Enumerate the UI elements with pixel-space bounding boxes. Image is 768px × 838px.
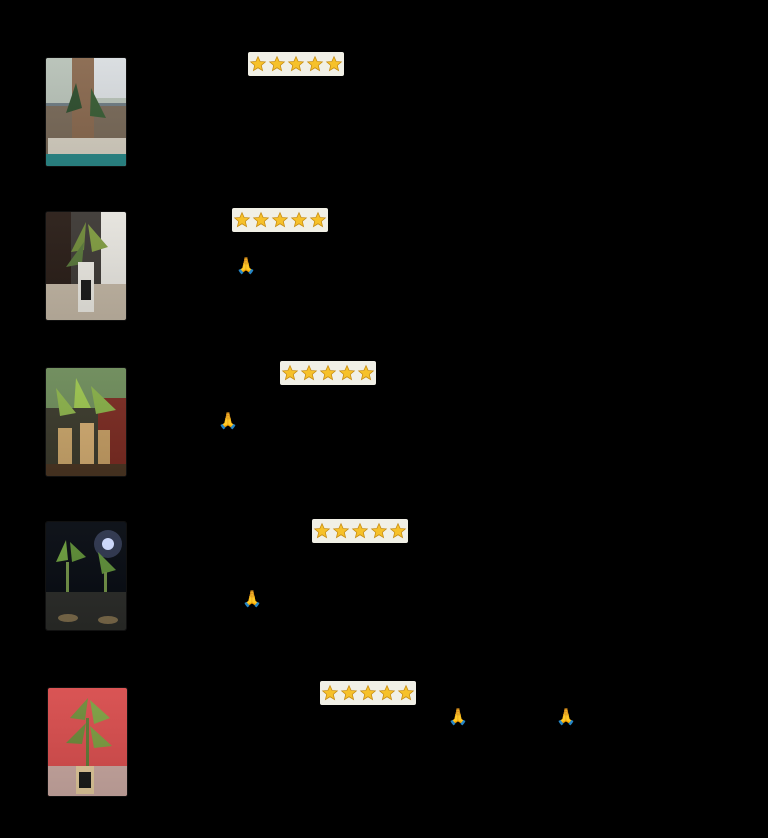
star-icon <box>378 684 396 702</box>
star-icon <box>309 211 327 229</box>
star-icon <box>351 522 369 540</box>
review-emoji-3: 🙏 <box>218 411 238 430</box>
rating-stars-5 <box>320 681 416 705</box>
star-icon <box>397 684 415 702</box>
review-emoji-5b: 🙏😊 <box>556 707 593 726</box>
star-icon <box>319 364 337 382</box>
rating-stars-2 <box>232 208 328 232</box>
star-icon <box>321 684 339 702</box>
star-icon <box>338 364 356 382</box>
review-photo-2[interactable] <box>46 212 126 320</box>
review-emoji-4: 🙏 <box>242 589 262 608</box>
rating-stars-3 <box>280 361 376 385</box>
star-icon <box>332 522 350 540</box>
star-icon <box>281 364 299 382</box>
star-icon <box>271 211 289 229</box>
star-icon <box>357 364 375 382</box>
star-icon <box>300 364 318 382</box>
review-photo-3[interactable] <box>46 368 126 476</box>
star-icon <box>252 211 270 229</box>
review-emoji-2: 🙏 <box>236 256 256 275</box>
rating-stars-4 <box>312 519 408 543</box>
star-icon <box>389 522 407 540</box>
star-icon <box>370 522 388 540</box>
star-icon <box>359 684 377 702</box>
review-photo-5[interactable] <box>48 688 127 796</box>
star-icon <box>233 211 251 229</box>
review-photo-4[interactable] <box>46 522 126 630</box>
star-icon <box>290 211 308 229</box>
review-item-5: 🙏 🙏😊 <box>0 0 768 796</box>
star-icon <box>340 684 358 702</box>
star-icon <box>313 522 331 540</box>
review-emoji-5a: 🙏 <box>448 707 468 726</box>
